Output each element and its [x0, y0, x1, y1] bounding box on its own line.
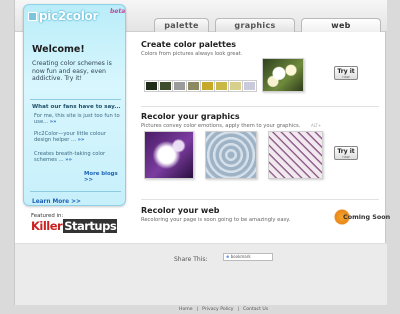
palette-swatch — [145, 81, 158, 91]
try-it-graphics-button[interactable]: Try it now — [334, 146, 358, 160]
bookmark-share-button[interactable]: ⊕ bookmark — [223, 253, 273, 261]
try-it-palette-button[interactable]: Try it now — [334, 66, 358, 80]
palette-swatch — [187, 81, 200, 91]
palette-swatch — [229, 81, 242, 91]
coming-soon-badge: Coming Soon — [334, 209, 390, 225]
web-title: Recolor your web — [141, 206, 220, 215]
fan-quote: For me, this site is just too fun to use… — [34, 113, 120, 126]
palettes-subtitle: Colors from pictures always look great. — [141, 51, 243, 57]
beta-badge: beta — [110, 8, 126, 15]
palettes-title: Create color palettes — [141, 40, 237, 49]
tab-graphics[interactable]: graphics — [215, 18, 295, 32]
purple-pattern-graphic[interactable] — [268, 131, 323, 179]
logo-icon — [28, 12, 37, 21]
fan-quote: Pic2Color—your little colour design help… — [34, 131, 120, 144]
featured-logo-part2: Startups — [63, 219, 118, 233]
footer-separator: | — [237, 307, 240, 312]
welcome-heading: Welcome! — [32, 44, 85, 55]
share-label: Share This: — [174, 256, 208, 263]
palette-swatch — [159, 81, 172, 91]
section-separator — [141, 106, 379, 107]
quote-more-link[interactable]: »» — [50, 119, 57, 125]
purple-flower-graphic[interactable] — [144, 131, 194, 179]
alt-label: ALT+ — [311, 123, 322, 128]
graphics-subtitle: Pictures convey color emotions, apply th… — [141, 123, 301, 129]
quote-text: For me, this site is just too fun to use… — [34, 113, 120, 126]
more-blogs-link[interactable]: More blogs >> — [84, 171, 125, 183]
logo-text: pic2color — [39, 9, 99, 23]
share-area — [15, 243, 387, 305]
tab-palette[interactable]: palette — [154, 18, 209, 32]
intro-text: Creating color schemes is now fun and ea… — [32, 60, 112, 83]
try-it-now-label: now — [342, 155, 350, 159]
palette-swatch — [243, 81, 256, 91]
sidebar: pic2color beta Welcome! Creating color s… — [23, 4, 126, 206]
footer-links: Home | Privacy Policy | Contact Us — [177, 307, 270, 312]
share-service-label: bookmark — [230, 254, 251, 259]
fan-quote: Creates breath-taking color schemes ... … — [34, 151, 120, 164]
try-it-now-label: now — [342, 75, 350, 79]
fans-heading: What our fans have to say... — [32, 104, 121, 110]
page: palette graphics web pic2color beta Welc… — [14, 0, 390, 312]
divider — [30, 99, 121, 100]
learn-more-link[interactable]: Learn More >> — [32, 199, 81, 205]
tab-web[interactable]: web — [301, 18, 381, 32]
footer-link-privacy[interactable]: Privacy Policy — [202, 307, 233, 312]
blue-pattern-graphic[interactable] — [205, 131, 257, 179]
frangipani-photo[interactable] — [262, 58, 304, 92]
palette-swatch — [201, 81, 214, 91]
brand-logo[interactable]: pic2color — [28, 9, 98, 23]
featured-logo-part1: Killer — [31, 219, 63, 233]
quote-text: Pic2Color—your little colour design help… — [34, 131, 106, 144]
footer-link-home[interactable]: Home — [179, 307, 193, 312]
palette-swatch — [173, 81, 186, 91]
footer-separator: | — [196, 307, 199, 312]
quote-more-link[interactable]: »» — [65, 157, 72, 163]
palette-swatch — [215, 81, 228, 91]
quote-more-link[interactable]: »» — [78, 137, 85, 143]
try-it-label: Try it — [337, 68, 355, 75]
graphics-title: Recolor your graphics — [141, 112, 240, 121]
try-it-label: Try it — [337, 148, 355, 155]
footer-link-contact[interactable]: Contact Us — [243, 307, 268, 312]
divider — [30, 191, 121, 192]
share-icon: ⊕ — [226, 254, 230, 259]
web-subtitle: Recoloring your page is soon going to be… — [141, 217, 291, 223]
killer-startups-logo[interactable]: Killer Startups — [31, 219, 118, 233]
section-separator — [141, 199, 379, 200]
